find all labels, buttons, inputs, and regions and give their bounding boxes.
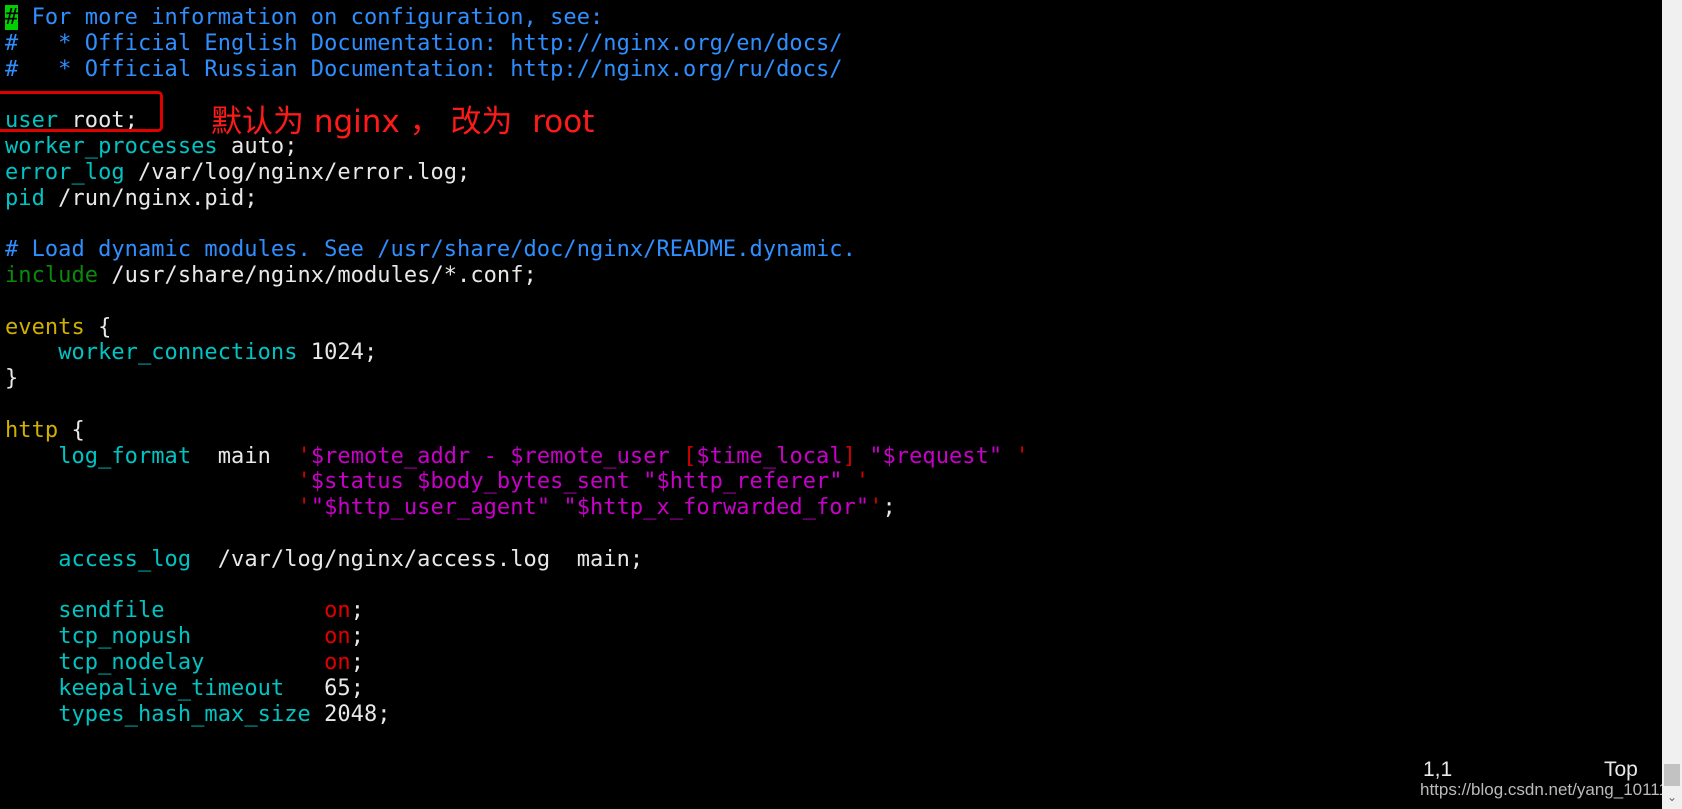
code-token: include [5, 262, 99, 288]
code-token: $time_local [696, 443, 843, 469]
code-token: # * Official Russian Documentation: http… [5, 56, 843, 82]
annotation-highlight-box [0, 91, 163, 132]
code-line: sendfile on; [5, 598, 1655, 624]
text-cursor: # [5, 5, 19, 30]
annotation-text: 默认为 nginx ， 改为 root [211, 104, 595, 140]
code-token: ; [882, 495, 896, 521]
code-token: error_log [5, 159, 125, 185]
code-token: ' [869, 495, 883, 521]
code-token: ' [297, 443, 311, 469]
code-token: ; [350, 598, 364, 624]
code-token: # Load dynamic modules. See /usr/share/d… [5, 237, 856, 263]
code-token: $remote_addr - $remote_user [310, 443, 684, 469]
code-token: ; [350, 649, 364, 675]
code-line: # Load dynamic modules. See /usr/share/d… [5, 237, 1655, 263]
code-line: '$status $body_bytes_sent "$http_referer… [5, 469, 1655, 495]
code-line: tcp_nopush on; [5, 624, 1655, 650]
code-line: } [5, 366, 1655, 392]
code-token: /var/log/nginx/error.log; [124, 159, 471, 185]
code-token: 2048; [310, 701, 391, 727]
code-token: pid [5, 185, 45, 211]
code-token: keepalive_timeout [58, 675, 285, 701]
code-line: error_log /var/log/nginx/error.log; [5, 160, 1655, 186]
code-token: { [84, 314, 112, 340]
chevron-down-icon[interactable]: ⌄ [1665, 789, 1679, 805]
code-token: sendfile [58, 598, 165, 624]
watermark: https://blog.csdn.net/yang_1011123 [1420, 780, 1682, 799]
code-token: 1024; [297, 340, 378, 366]
code-line: log_format main '$remote_addr - $remote_… [5, 444, 1655, 470]
code-line: # * Official Russian Documentation: http… [5, 57, 1655, 83]
code-token: # * Official English Documentation: http… [5, 30, 843, 56]
code-token: worker_processes [5, 133, 218, 159]
code-line: # For more information on configuration,… [5, 5, 1655, 31]
code-token: log_format [58, 443, 192, 469]
code-token: types_hash_max_size [58, 701, 311, 727]
code-token: http [5, 417, 59, 443]
code-token: ' [297, 495, 311, 521]
code-token: "$http_user_agent" "$http_x_forwarded_fo… [310, 495, 870, 521]
code-line: events { [5, 315, 1655, 341]
code-token: tcp_nodelay [58, 649, 205, 675]
code-line: # * Official English Documentation: http… [5, 31, 1655, 57]
code-token: on [324, 649, 351, 675]
code-line: worker_connections 1024; [5, 340, 1655, 366]
code-token: on [324, 624, 351, 650]
code-token: main [191, 443, 298, 469]
code-token: [ [683, 443, 697, 469]
code-line: access_log /var/log/nginx/access.log mai… [5, 547, 1655, 573]
code-token: /run/nginx.pid; [44, 185, 258, 211]
code-token: "$request" [855, 443, 1016, 469]
cursor-position: 1,1 [1423, 758, 1453, 781]
code-token: ' [1015, 443, 1029, 469]
code-token: access_log [58, 546, 192, 572]
code-token: For more information on configuration, s… [18, 5, 604, 30]
code-token: on [324, 598, 351, 624]
code-token: { [58, 417, 85, 443]
code-line: pid /run/nginx.pid; [5, 186, 1655, 212]
code-line: include /usr/share/nginx/modules/*.conf; [5, 263, 1655, 289]
scroll-position: Top [1604, 758, 1638, 781]
code-token: ] [842, 443, 856, 469]
code-token: /usr/share/nginx/modules/*.conf; [98, 262, 537, 288]
code-token: events [5, 314, 85, 340]
code-token: worker_connections [58, 340, 298, 366]
code-line: keepalive_timeout 65; [5, 676, 1655, 702]
scrollbar-thumb[interactable] [1664, 764, 1680, 786]
code-token: /var/log/nginx/access.log main; [191, 546, 644, 572]
vertical-scrollbar[interactable]: ⌄ [1662, 0, 1682, 809]
code-line: types_hash_max_size 2048; [5, 702, 1655, 728]
code-token: } [5, 366, 19, 392]
code-line: http { [5, 418, 1655, 444]
code-line: tcp_nodelay on; [5, 650, 1655, 676]
code-token: ' [855, 469, 870, 495]
code-token: ; [350, 624, 364, 650]
code-token: $status $body_bytes_sent "$http_referer" [310, 469, 856, 495]
code-token: ' [297, 469, 311, 495]
code-token: tcp_nopush [58, 624, 192, 650]
code-token: 65; [284, 675, 364, 701]
code-line: '"$http_user_agent" "$http_x_forwarded_f… [5, 495, 1655, 521]
